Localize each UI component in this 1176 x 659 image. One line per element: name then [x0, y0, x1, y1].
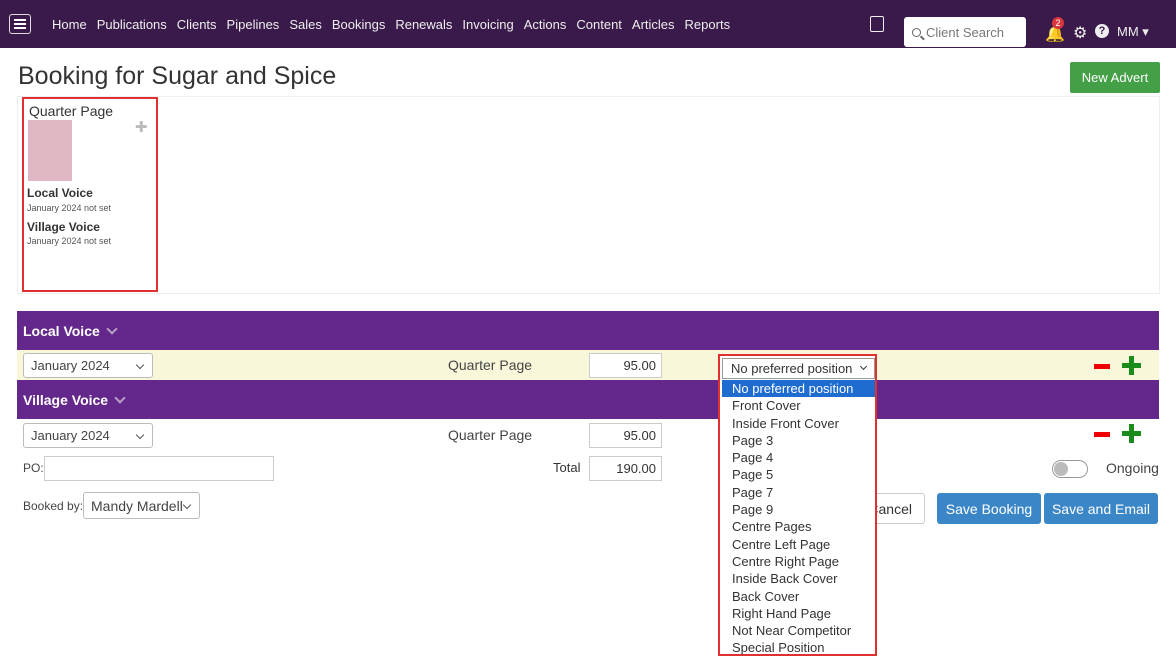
nav-renewals[interactable]: Renewals [395, 17, 452, 32]
card-publication-status: January 2024 not set [27, 236, 112, 246]
save-booking-button[interactable]: Save Booking [937, 493, 1041, 524]
help-icon[interactable]: ? [1095, 24, 1109, 38]
price-input[interactable]: 95.00 [589, 423, 662, 448]
chevron-down-icon [859, 362, 868, 371]
advert-preview-area [17, 96, 1160, 294]
page-title: Booking for Sugar and Spice [18, 62, 337, 90]
nav-invoicing[interactable]: Invoicing [462, 17, 513, 32]
user-menu[interactable]: MM ▾ [1117, 24, 1149, 40]
search-icon [912, 27, 921, 37]
advert-size-title: Quarter Page [29, 103, 114, 119]
position-option[interactable]: Special Position [722, 639, 875, 656]
position-option[interactable]: Page 3 [722, 432, 875, 449]
add-icon[interactable] [1122, 424, 1141, 443]
search-placeholder: Client Search [926, 24, 1005, 40]
main-nav: Home Publications Clients Pipelines Sale… [52, 0, 740, 48]
booked-by-value: Mandy Mardell [91, 497, 183, 514]
issue-select[interactable]: January 2024 [23, 353, 153, 378]
position-option[interactable]: Inside Back Cover [722, 570, 875, 587]
position-select[interactable]: No preferred position [722, 358, 875, 379]
chevron-down-icon[interactable] [114, 391, 126, 404]
position-select-value: No preferred position [731, 361, 853, 376]
nav-clients[interactable]: Clients [177, 17, 217, 32]
chevron-down-icon [135, 430, 145, 440]
notification-badge: 2 [1052, 17, 1064, 29]
card-publication-name: Village Voice [27, 220, 100, 234]
ongoing-label: Ongoing [1106, 460, 1159, 476]
advert-card[interactable]: Quarter Page ✚ Local Voice January 2024 … [22, 97, 158, 292]
nav-sales[interactable]: Sales [289, 17, 322, 32]
advert-thumbnail[interactable] [28, 120, 72, 181]
nav-bookings[interactable]: Bookings [332, 17, 385, 32]
position-option[interactable]: Centre Pages [722, 518, 875, 535]
nav-articles[interactable]: Articles [632, 17, 675, 32]
position-option[interactable]: Page 5 [722, 466, 875, 483]
gear-icon[interactable]: ⚙ [1073, 23, 1087, 43]
position-option[interactable]: Centre Right Page [722, 553, 875, 570]
total-value: 190.00 [589, 456, 662, 481]
position-option[interactable]: Page 4 [722, 449, 875, 466]
publication-header-local-voice[interactable]: Local Voice [17, 311, 1159, 350]
position-option[interactable]: Back Cover [722, 588, 875, 605]
client-search-input[interactable]: Client Search [904, 17, 1026, 47]
position-option[interactable]: No preferred position [722, 380, 875, 398]
save-and-email-button[interactable]: Save and Email [1044, 493, 1158, 524]
cancel-button[interactable]: Cancel [868, 493, 925, 524]
publication-name: Local Voice [23, 322, 100, 339]
price-input[interactable]: 95.00 [589, 353, 662, 378]
add-icon[interactable] [1122, 356, 1141, 375]
menu-icon[interactable] [9, 14, 31, 34]
nav-pipelines[interactable]: Pipelines [227, 17, 280, 32]
position-option[interactable]: Centre Left Page [722, 536, 875, 553]
booked-by-label: Booked by: [23, 499, 84, 513]
publication-header-village-voice[interactable]: Village Voice [17, 380, 1159, 419]
position-option[interactable]: Right Hand Page [722, 605, 875, 622]
chevron-down-icon [182, 500, 192, 510]
nav-publications[interactable]: Publications [97, 17, 167, 32]
booked-by-select[interactable]: Mandy Mardell [83, 492, 200, 519]
nav-home[interactable]: Home [52, 17, 87, 32]
issue-select[interactable]: January 2024 [23, 423, 153, 448]
remove-icon[interactable] [1094, 432, 1110, 437]
position-options-list: No preferred position Front Cover Inside… [722, 380, 875, 657]
remove-icon[interactable] [1094, 364, 1110, 369]
advert-size: Quarter Page [448, 357, 533, 373]
nav-content[interactable]: Content [576, 17, 622, 32]
booking-row: January 2024 Quarter Page 95.00 [17, 350, 1159, 380]
po-input[interactable] [44, 456, 274, 481]
position-option[interactable]: Front Cover [722, 397, 875, 414]
position-dropdown[interactable]: No preferred position No preferred posit… [718, 354, 877, 656]
booking-row: January 2024 Quarter Page 95.00 [17, 420, 1159, 450]
ongoing-toggle[interactable] [1052, 460, 1088, 478]
po-label: PO: [23, 461, 44, 475]
issue-select-value: January 2024 [31, 428, 110, 443]
add-icon[interactable]: ✚ [135, 118, 148, 136]
nav-actions[interactable]: Actions [524, 17, 567, 32]
top-navbar: Home Publications Clients Pipelines Sale… [0, 0, 1176, 48]
document-image-icon[interactable] [870, 16, 884, 32]
chevron-down-icon[interactable] [106, 322, 118, 335]
advert-size: Quarter Page [448, 427, 533, 443]
publication-name: Village Voice [23, 391, 109, 408]
total-label: Total [553, 460, 581, 475]
position-option[interactable]: Page 7 [722, 484, 875, 501]
position-option[interactable]: Not Near Competitor [722, 622, 875, 639]
nav-reports[interactable]: Reports [685, 17, 731, 32]
new-advert-button[interactable]: New Advert [1070, 62, 1160, 93]
card-publication-name: Local Voice [27, 186, 93, 200]
position-option[interactable]: Page 9 [722, 501, 875, 518]
issue-select-value: January 2024 [31, 358, 110, 373]
chevron-down-icon [135, 360, 145, 370]
card-publication-status: January 2024 not set [27, 203, 112, 213]
position-option[interactable]: Inside Front Cover [722, 415, 875, 432]
